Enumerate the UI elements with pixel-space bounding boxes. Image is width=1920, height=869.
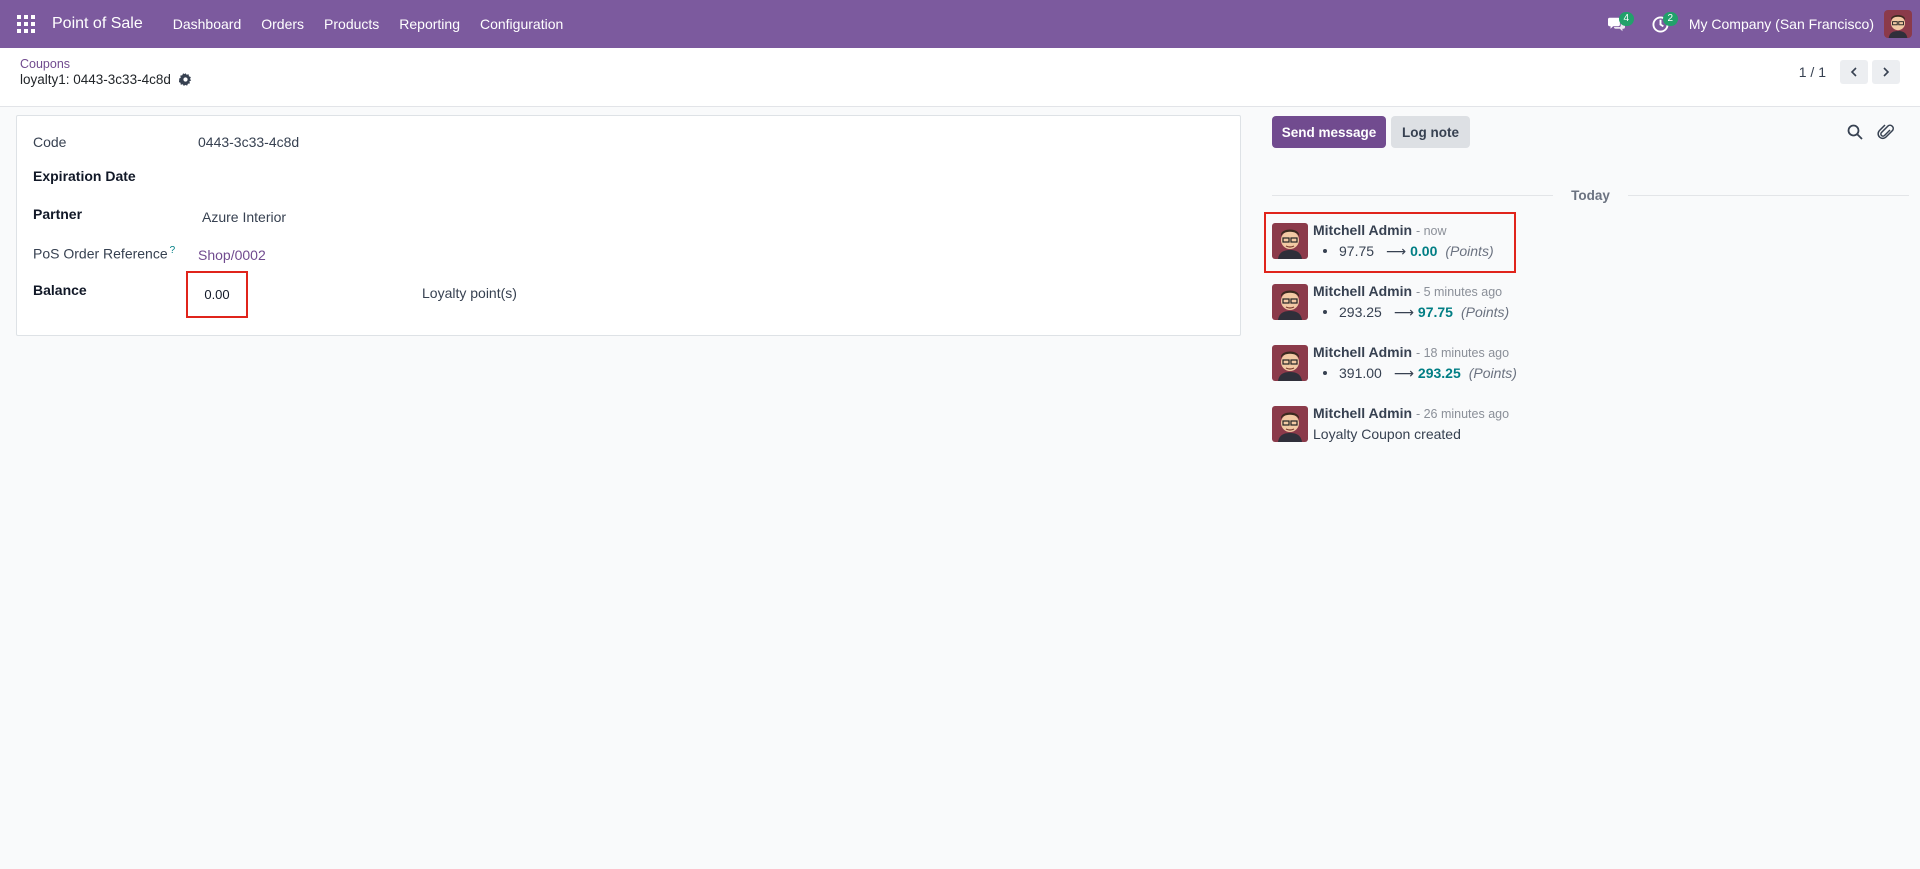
chevron-left-icon bbox=[1850, 67, 1857, 77]
main-menu: Dashboard Orders Products Reporting Conf… bbox=[163, 0, 574, 48]
message-text: Loyalty Coupon created bbox=[1313, 426, 1461, 442]
apps-grid-icon[interactable] bbox=[0, 0, 52, 48]
menu-reporting[interactable]: Reporting bbox=[389, 0, 470, 48]
user-avatar[interactable] bbox=[1884, 10, 1912, 38]
activity-menu[interactable]: 2 bbox=[1639, 0, 1683, 48]
code-value[interactable]: 0443-3c33-4c8d bbox=[198, 134, 299, 150]
activities-badge: 2 bbox=[1662, 12, 1678, 26]
tracking-field-name: (Points) bbox=[1460, 304, 1510, 320]
log-note-button[interactable]: Log note bbox=[1391, 116, 1470, 148]
record-title: loyalty1: 0443-3c33-4c8d bbox=[20, 72, 171, 87]
messaging-menu[interactable]: 4 bbox=[1595, 0, 1639, 48]
date-separator-label: Today bbox=[1571, 187, 1610, 203]
message-author[interactable]: Mitchell Admin bbox=[1313, 405, 1412, 421]
form-sheet: Code 0443-3c33-4c8d Expiration Date Part… bbox=[16, 115, 1241, 336]
pos-order-reference-link[interactable]: Shop/0002 bbox=[198, 247, 266, 263]
message-body: Mitchell Admin - 26 minutes ago Loyalty … bbox=[1313, 404, 1763, 444]
top-navbar: Point of Sale Dashboard Orders Products … bbox=[0, 0, 1920, 48]
expiration-date-label: Expiration Date bbox=[33, 168, 136, 184]
help-tooltip-icon[interactable]: ? bbox=[170, 245, 176, 256]
menu-orders[interactable]: Orders bbox=[251, 0, 314, 48]
systray: 4 2 My Company (San Francisco) bbox=[1595, 0, 1920, 48]
message-body: Mitchell Admin - 5 minutes ago 293.25 ⟶ … bbox=[1313, 282, 1763, 322]
balance-value[interactable]: 0.00 bbox=[186, 271, 248, 318]
message-body: Mitchell Admin - 18 minutes ago 391.00 ⟶… bbox=[1313, 343, 1763, 383]
highlight-annotation bbox=[1264, 212, 1516, 273]
messages-badge: 4 bbox=[1618, 12, 1634, 26]
chevron-right-icon bbox=[1883, 67, 1890, 77]
message-date: - 26 minutes ago bbox=[1415, 407, 1510, 421]
pos-order-reference-label: PoS Order Reference? bbox=[33, 245, 175, 262]
partner-label: Partner bbox=[33, 206, 83, 222]
pager-previous-button[interactable] bbox=[1840, 60, 1868, 84]
breadcrumb-coupons[interactable]: Coupons bbox=[20, 57, 70, 71]
paperclip-icon[interactable] bbox=[1877, 123, 1895, 141]
tracking-old-value: 391.00 bbox=[1339, 365, 1382, 381]
tracking-field-name: (Points) bbox=[1468, 365, 1517, 381]
company-switcher[interactable]: My Company (San Francisco) bbox=[1689, 16, 1874, 32]
tracking-new-value: 293.25 bbox=[1417, 365, 1461, 381]
tracking-old-value: 293.25 bbox=[1339, 304, 1382, 320]
code-label: Code bbox=[33, 134, 67, 150]
avatar[interactable] bbox=[1272, 284, 1308, 320]
menu-dashboard[interactable]: Dashboard bbox=[163, 0, 252, 48]
pager-value[interactable]: 1 / 1 bbox=[1799, 64, 1826, 80]
date-separator: Today bbox=[1272, 186, 1910, 204]
menu-products[interactable]: Products bbox=[314, 0, 389, 48]
message-author[interactable]: Mitchell Admin bbox=[1313, 283, 1412, 299]
expiration-date-input[interactable] bbox=[198, 162, 498, 188]
balance-label: Balance bbox=[33, 282, 87, 298]
search-icon[interactable] bbox=[1846, 123, 1864, 141]
pos-order-reference-text: PoS Order Reference bbox=[33, 245, 168, 262]
arrow-right-icon: ⟶ bbox=[1393, 304, 1414, 320]
pager-next-button[interactable] bbox=[1872, 60, 1900, 84]
partner-value[interactable]: Azure Interior bbox=[202, 209, 286, 225]
breadcrumb-current: loyalty1: 0443-3c33-4c8d bbox=[20, 72, 192, 87]
control-panel: Coupons loyalty1: 0443-3c33-4c8d 1 / 1 bbox=[0, 48, 1920, 107]
avatar[interactable] bbox=[1272, 406, 1308, 442]
gear-icon[interactable] bbox=[178, 73, 192, 86]
avatar[interactable] bbox=[1272, 345, 1308, 381]
send-message-button[interactable]: Send message bbox=[1272, 116, 1386, 148]
menu-configuration[interactable]: Configuration bbox=[470, 0, 573, 48]
app-name[interactable]: Point of Sale bbox=[52, 15, 143, 33]
pager: 1 / 1 bbox=[1799, 60, 1900, 84]
message-author[interactable]: Mitchell Admin bbox=[1313, 344, 1412, 360]
message-date: - 5 minutes ago bbox=[1415, 285, 1503, 299]
arrow-right-icon: ⟶ bbox=[1393, 365, 1414, 381]
tracking-value: 391.00 ⟶ 293.25 (Points) bbox=[1313, 363, 1763, 383]
message-date: - 18 minutes ago bbox=[1415, 346, 1510, 360]
tracking-new-value: 97.75 bbox=[1417, 304, 1453, 320]
tracking-value: 293.25 ⟶ 97.75 (Points) bbox=[1313, 302, 1763, 322]
balance-unit: Loyalty point(s) bbox=[422, 285, 517, 301]
